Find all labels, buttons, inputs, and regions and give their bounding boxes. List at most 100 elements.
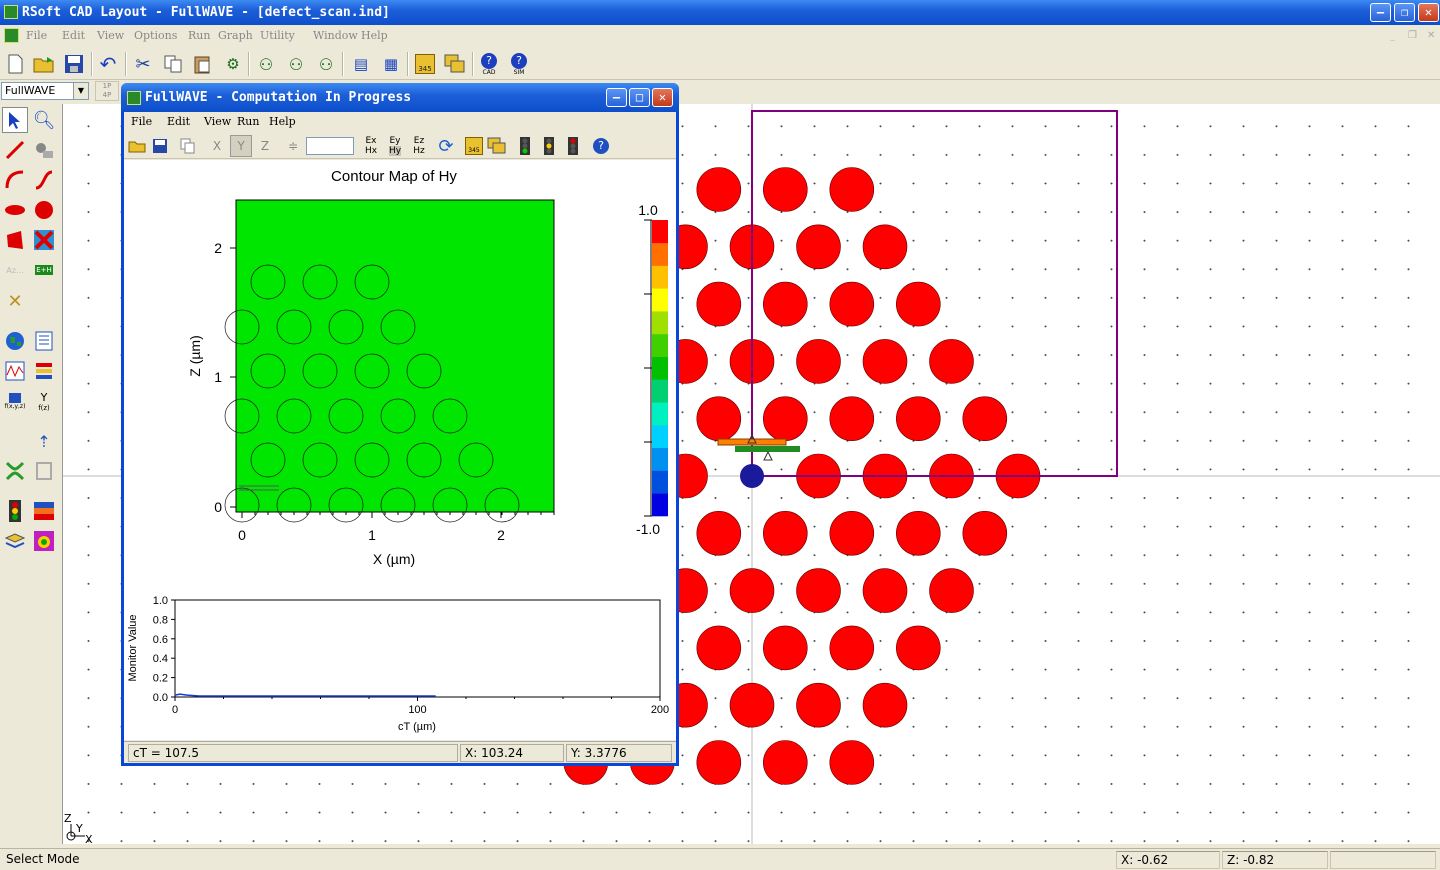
- dielectric-rod[interactable]: [862, 682, 908, 728]
- dielectric-rod[interactable]: [796, 339, 841, 384]
- menu-edit[interactable]: Edit: [62, 29, 85, 42]
- chevron-down-icon[interactable]: ▼: [73, 83, 88, 99]
- dielectric-rod[interactable]: [696, 740, 742, 785]
- traffic-light-icon[interactable]: [2, 498, 28, 524]
- fw-help-icon[interactable]: ?: [590, 135, 612, 157]
- minimize-button[interactable]: –: [1370, 3, 1391, 22]
- monitor-box-icon[interactable]: [31, 458, 57, 484]
- dielectric-rod[interactable]: [696, 510, 742, 556]
- help-cad-icon[interactable]: ? CAD: [476, 51, 502, 77]
- fw-signal-green-icon[interactable]: [514, 135, 536, 157]
- dielectric-rod[interactable]: [696, 396, 742, 442]
- fw-signal-yellow-icon[interactable]: [538, 135, 560, 157]
- fw-signal-red-icon[interactable]: [562, 135, 584, 157]
- dielectric-rod[interactable]: [762, 281, 808, 327]
- zoom-icon[interactable]: 🔍︎: [31, 107, 57, 133]
- f-z-icon[interactable]: Yf(z): [31, 388, 57, 414]
- select-arrow-icon[interactable]: [2, 107, 28, 133]
- menu-run[interactable]: Run: [188, 29, 210, 42]
- dielectric-rod[interactable]: [829, 396, 875, 442]
- fw-menu-file[interactable]: File: [131, 115, 152, 128]
- dielectric-rod[interactable]: [762, 625, 808, 671]
- dielectric-rod[interactable]: [895, 396, 941, 442]
- ellipse-icon[interactable]: [2, 197, 28, 223]
- dielectric-rod[interactable]: [696, 281, 742, 327]
- fw-menu-run[interactable]: Run: [237, 115, 259, 128]
- align-a-icon[interactable]: ▤: [348, 51, 374, 77]
- fw-copy-icon[interactable]: [177, 135, 199, 157]
- fw-table-icon[interactable]: 345: [463, 135, 485, 157]
- dielectric-rod[interactable]: [895, 625, 941, 671]
- insert-c-icon[interactable]: ⚇: [313, 51, 339, 77]
- dielectric-rod[interactable]: [829, 625, 875, 671]
- dielectric-rod[interactable]: [762, 167, 808, 212]
- menu-graph[interactable]: Graph: [218, 29, 253, 42]
- insert-b-icon[interactable]: ⚇: [283, 51, 309, 77]
- simulation-tool-select[interactable]: FullWAVE ▼: [1, 82, 89, 100]
- text-list-icon[interactable]: [31, 328, 57, 354]
- dielectric-rod[interactable]: [829, 740, 875, 785]
- fw-slice-input[interactable]: [306, 137, 354, 155]
- fw-refresh-icon[interactable]: ⟳: [435, 135, 457, 157]
- dielectric-rod[interactable]: [862, 568, 908, 613]
- line-segment-icon[interactable]: [2, 137, 28, 163]
- dielectric-rod[interactable]: [762, 740, 808, 785]
- annotation-icon[interactable]: Az...: [2, 257, 28, 283]
- dielectric-rod[interactable]: [862, 224, 908, 270]
- globe-icon[interactable]: [2, 328, 28, 354]
- dielectric-rod[interactable]: [796, 568, 841, 613]
- close-button[interactable]: ✕: [1418, 3, 1439, 22]
- dielectric-rod[interactable]: [829, 510, 875, 556]
- open-folder-icon[interactable]: [31, 51, 57, 77]
- s-bend-icon[interactable]: [31, 167, 57, 193]
- color-map-icon[interactable]: [31, 528, 57, 554]
- cut-icon[interactable]: ✂: [130, 51, 156, 77]
- multi-component-icon[interactable]: [31, 137, 57, 163]
- fullwave-minimize-button[interactable]: –: [606, 88, 627, 107]
- fw-spin-icon[interactable]: ≑: [282, 135, 304, 157]
- menu-file[interactable]: File: [26, 29, 47, 42]
- defect-rod[interactable]: [740, 464, 764, 488]
- layer-stack-icon[interactable]: [31, 498, 57, 524]
- mdi-minimize-icon[interactable]: _: [1390, 30, 1395, 41]
- utility-tools-icon[interactable]: ✕: [2, 288, 28, 314]
- dielectric-rod[interactable]: [762, 510, 808, 556]
- fw-axis-z-button[interactable]: Z: [254, 135, 276, 157]
- help-sim-icon[interactable]: ? SIM: [506, 51, 532, 77]
- fw-axis-y-button[interactable]: Y: [230, 135, 252, 157]
- mdi-close-icon[interactable]: ✕: [1427, 30, 1435, 41]
- fw-menu-help[interactable]: Help: [269, 115, 296, 128]
- contour-field[interactable]: [235, 199, 555, 513]
- e-h-label-icon[interactable]: E+H: [31, 257, 57, 283]
- mdi-restore-icon[interactable]: ❐: [1408, 30, 1417, 41]
- fullwave-maximize-button[interactable]: □: [629, 88, 650, 107]
- dielectric-rod[interactable]: [796, 682, 841, 728]
- monitor-plot-frame[interactable]: [174, 599, 661, 698]
- menu-view[interactable]: View: [97, 29, 124, 42]
- fullwave-close-button[interactable]: ✕: [652, 88, 673, 107]
- dielectric-rod[interactable]: [962, 396, 1008, 442]
- align-b-icon[interactable]: ▦: [378, 51, 404, 77]
- menu-window[interactable]: Window: [313, 29, 358, 42]
- insert-a-icon[interactable]: ⚇: [253, 51, 279, 77]
- dielectric-rod[interactable]: [829, 281, 875, 327]
- dielectric-rod[interactable]: [696, 167, 742, 212]
- dielectric-rod[interactable]: [729, 568, 775, 613]
- dielectric-rod[interactable]: [895, 510, 941, 556]
- restore-button[interactable]: ❐: [1394, 3, 1415, 22]
- arc-icon[interactable]: [2, 167, 28, 193]
- cascade-icon[interactable]: [442, 51, 468, 77]
- menu-utility[interactable]: Utility: [260, 29, 295, 42]
- fw-field-x-button[interactable]: Ex Hx: [360, 135, 382, 157]
- fw-field-y-button[interactable]: Ey Hy: [384, 135, 406, 157]
- dielectric-rod[interactable]: [829, 167, 875, 212]
- fw-menu-edit[interactable]: Edit: [167, 115, 190, 128]
- dielectric-rod[interactable]: [862, 339, 908, 384]
- fw-field-z-button[interactable]: Ez Hz: [408, 135, 430, 157]
- save-icon[interactable]: [61, 51, 87, 77]
- fw-menu-view[interactable]: View: [204, 115, 231, 128]
- dielectric-rod[interactable]: [929, 568, 974, 613]
- taper-icon[interactable]: [31, 227, 57, 253]
- table-345-icon[interactable]: 345: [412, 51, 438, 77]
- monitor-segment[interactable]: [735, 446, 800, 452]
